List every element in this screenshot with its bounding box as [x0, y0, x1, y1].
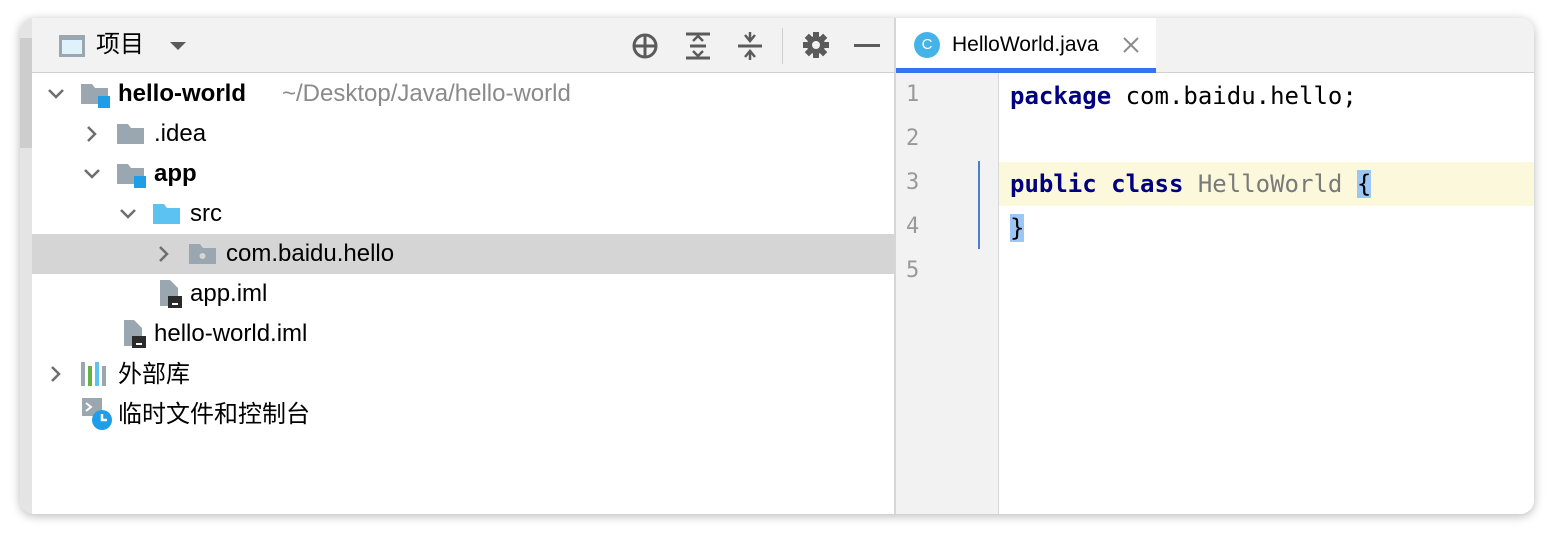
project-view-icon — [58, 34, 86, 63]
project-panel: 项目 hello-world ~/Desktop/Java/hello-worl… — [32, 18, 894, 514]
strip-mark — [20, 38, 32, 148]
tree-row-external-libraries[interactable]: 外部库 — [32, 354, 894, 394]
tree-label: hello-world.iml — [154, 320, 308, 347]
toolbar-separator — [782, 28, 783, 64]
source-folder-icon — [152, 200, 184, 235]
tree-label: .idea — [154, 120, 207, 147]
folder-icon — [116, 120, 148, 155]
editor-tab-bar: C HelloWorld.java — [896, 18, 1534, 73]
ide-window: 项目 hello-world ~/Desktop/Java/hello-worl… — [20, 18, 1534, 514]
keyword: class — [1111, 170, 1184, 198]
chevron-right-icon[interactable] — [82, 124, 102, 149]
tree-label: com.baidu.hello — [226, 240, 395, 267]
gear-icon[interactable] — [802, 31, 830, 64]
line-number: 4 — [906, 214, 920, 239]
module-folder-icon — [80, 80, 112, 115]
editor-tab-helloworld[interactable]: C HelloWorld.java — [896, 18, 1156, 73]
code-line-1[interactable]: package com.baidu.hello; — [1010, 74, 1357, 118]
tree-row-package[interactable]: com.baidu.hello — [32, 234, 894, 274]
tree-label: 临时文件和控制台 — [118, 400, 310, 428]
keyword: public — [1010, 170, 1097, 198]
keyword: package — [1010, 82, 1112, 110]
code-text: com.baidu.hello; — [1111, 82, 1357, 110]
tree-label: src — [190, 200, 222, 227]
tree-label: 外部库 — [118, 360, 190, 388]
chevron-right-icon[interactable] — [46, 364, 66, 389]
line-gutter: 1 2 3 4 5 — [896, 73, 999, 514]
library-icon — [80, 360, 112, 393]
tree-row-hello-world-iml[interactable]: hello-world.iml — [32, 314, 894, 354]
line-number: 5 — [906, 258, 920, 283]
tree-row-hello-world[interactable]: hello-world ~/Desktop/Java/hello-world — [32, 74, 894, 114]
scratch-console-icon — [80, 396, 114, 437]
module-folder-icon — [116, 160, 148, 195]
tree-path: ~/Desktop/Java/hello-world — [282, 80, 571, 107]
tree-label: hello-world — [118, 80, 246, 107]
locate-icon[interactable] — [630, 31, 660, 66]
project-view-title[interactable]: 项目 — [96, 18, 144, 72]
tree-row-app[interactable]: app — [32, 154, 894, 194]
chevron-right-icon[interactable] — [154, 244, 174, 269]
chevron-down-icon[interactable] — [168, 36, 188, 61]
line-number: 2 — [906, 126, 920, 151]
chevron-down-icon[interactable] — [82, 164, 102, 189]
tab-title: HelloWorld.java — [952, 33, 1099, 56]
chevron-down-icon[interactable] — [118, 204, 138, 229]
iml-file-icon — [120, 318, 150, 355]
close-icon[interactable] — [1122, 36, 1140, 59]
editor-panel: C HelloWorld.java 1 2 3 4 5 package com.… — [896, 18, 1534, 514]
expand-all-icon[interactable] — [684, 31, 712, 66]
line-number: 1 — [906, 82, 920, 107]
code-line-3[interactable]: public class HelloWorld { — [1010, 162, 1372, 206]
project-toolbar: 项目 — [32, 18, 894, 73]
collapse-all-icon[interactable] — [736, 31, 764, 66]
tree-row-src[interactable]: src — [32, 194, 894, 234]
package-icon — [188, 240, 220, 275]
code-line-4[interactable]: } — [1010, 206, 1025, 250]
tree-row-app-iml[interactable]: app.iml — [32, 274, 894, 314]
chevron-down-icon[interactable] — [46, 84, 66, 109]
tree-row-idea[interactable]: .idea — [32, 114, 894, 154]
iml-file-icon — [156, 278, 186, 315]
open-brace: { — [1356, 170, 1372, 198]
tree-label: app.iml — [190, 280, 268, 307]
tree-row-scratches[interactable]: 临时文件和控制台 — [32, 394, 894, 434]
tree-label: app — [154, 160, 197, 187]
hide-icon[interactable] — [854, 44, 880, 47]
close-brace: } — [1010, 214, 1025, 242]
class-name: HelloWorld — [1197, 170, 1343, 198]
class-icon: C — [914, 32, 940, 58]
